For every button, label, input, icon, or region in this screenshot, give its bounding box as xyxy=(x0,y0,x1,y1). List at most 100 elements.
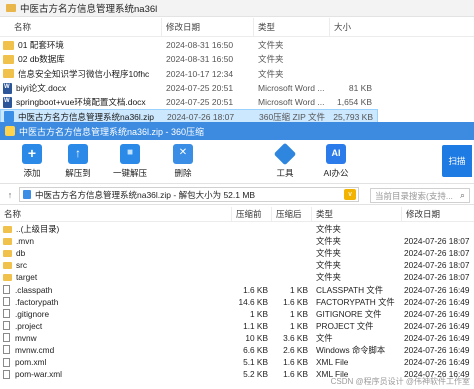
zip-toolbar: 添加 解压到 一键解压 删除 工具 AI办公 扫描 xyxy=(0,140,474,184)
path-box[interactable]: 中医古方名方信息管理系统na36l.zip - 解包大小为 52.1 MB ∨ xyxy=(19,187,359,202)
delete-icon xyxy=(173,144,193,164)
up-arrow-icon[interactable]: ↑ xyxy=(3,188,17,202)
folder-icon xyxy=(3,225,12,233)
zip-header-type[interactable]: 类型 xyxy=(312,207,402,221)
extract-button[interactable]: 解压到 xyxy=(58,144,98,179)
size-after: 1 KB xyxy=(290,308,308,319)
archive-row[interactable]: mvnw 10 KB 3.6 KB 文件 2024-07-26 16:49 xyxy=(0,332,474,344)
archive-name: .classpath xyxy=(15,284,53,295)
archive-name: db xyxy=(16,248,26,259)
file-size: 25,793 KB xyxy=(333,111,373,122)
scan-button[interactable]: 扫描 xyxy=(442,145,472,177)
one-click-extract-label: 一键解压 xyxy=(112,168,147,178)
file-modified: 2024-08-31 16:50 xyxy=(166,54,234,65)
archive-row[interactable]: .mvn 文件夹 2024-07-26 18:07 xyxy=(0,235,474,247)
zip-header-modified[interactable]: 修改日期 xyxy=(402,207,474,221)
explorer-title-bar: 中医古方名方信息管理系统na36l xyxy=(0,0,474,17)
file-row[interactable]: biyi论文.docx 2024-07-25 20:51 Microsoft Wor… xyxy=(0,81,378,95)
word-doc-icon xyxy=(3,96,12,108)
archive-row[interactable]: target 文件夹 2024-07-26 18:07 xyxy=(0,271,474,283)
archive-type: XML File xyxy=(316,357,349,368)
file-type: Microsoft Word ... xyxy=(258,83,325,94)
archive-name: mvnw.cmd xyxy=(15,344,55,355)
file-name-cell: 信息安全知识学习微信小程序10fhc xyxy=(0,68,162,80)
ai-office-button[interactable]: AI办公 xyxy=(316,144,356,179)
file-name: springboot+vue环境配置文档.docx xyxy=(16,97,146,108)
archive-name-cell: .project xyxy=(0,321,232,331)
file-icon xyxy=(3,285,10,295)
size-after: 1.6 KB xyxy=(283,369,308,380)
archive-name-cell: db xyxy=(0,248,232,258)
zip-header-after[interactable]: 压缩后 xyxy=(272,207,312,221)
archive-type: 文件夹 xyxy=(316,224,341,235)
file-modified: 2024-08-31 16:50 xyxy=(166,40,234,51)
search-placeholder: 当前目录搜索(支持... xyxy=(375,190,453,201)
size-before: 5.1 KB xyxy=(243,357,268,368)
archive-type: FACTORYPATH 文件 xyxy=(316,296,395,307)
zip-header-before[interactable]: 压缩前 xyxy=(232,207,272,221)
size-after: 1 KB xyxy=(290,284,308,295)
archive-type: 文件夹 xyxy=(316,236,341,247)
explorer-file-list: 01 配套环境 2024-08-31 16:50 文件夹 02 db数据库 2024-0… xyxy=(0,38,378,124)
file-row[interactable]: 信息安全知识学习微信小程序10fhc 2024-10-17 12:34 文件夹 xyxy=(0,67,378,81)
delete-button[interactable]: 删除 xyxy=(163,144,203,179)
file-modified: 2024-07-26 18:07 xyxy=(167,111,235,122)
file-row[interactable]: 02 db数据库 2024-08-31 16:50 文件夹 xyxy=(0,52,378,66)
archive-name-cell: .gitignore xyxy=(0,309,232,319)
ai-office-label: AI办公 xyxy=(323,168,349,178)
archive-type: 文件夹 xyxy=(316,260,341,271)
file-type: Microsoft Word ... xyxy=(258,97,325,108)
add-button[interactable]: 添加 xyxy=(12,144,52,179)
archive-modified: 2024-07-26 16:49 xyxy=(404,284,470,295)
delete-label: 删除 xyxy=(174,168,192,178)
folder-icon xyxy=(3,237,12,245)
archive-row[interactable]: .project 1.1 KB 1 KB PROJECT 文件 2024-07-26 1… xyxy=(0,320,474,332)
zip-header-name[interactable]: 名称 xyxy=(0,207,232,221)
file-name-cell: 中医古方名方信息管理系统na36l.zip xyxy=(1,111,163,123)
archive-modified: 2024-07-26 18:07 xyxy=(404,260,470,271)
tools-button[interactable]: 工具 xyxy=(265,142,305,179)
archive-row[interactable]: .classpath 1.6 KB 1 KB CLASSPATH 文件 2024-07-… xyxy=(0,283,474,295)
archive-type: 文件夹 xyxy=(316,272,341,283)
tools-icon xyxy=(273,142,297,166)
column-header-size[interactable]: 大小 xyxy=(330,18,376,36)
archive-row[interactable]: ..(上级目录) 文件夹 xyxy=(0,223,474,235)
explorer-column-headers: 名称 修改日期 类型 大小 xyxy=(0,18,474,37)
file-name: 01 配套环境 xyxy=(18,40,64,51)
archive-modified: 2024-07-26 16:49 xyxy=(404,308,470,319)
folder-icon xyxy=(3,273,12,281)
one-click-extract-button[interactable]: 一键解压 xyxy=(110,144,150,179)
extract-label: 解压到 xyxy=(65,168,91,178)
file-name: 信息安全知识学习微信小程序10fhc xyxy=(18,68,150,79)
archive-name: .factorypath xyxy=(15,296,59,307)
column-header-modified[interactable]: 修改日期 xyxy=(162,18,254,36)
chevron-down-icon[interactable]: ∨ xyxy=(344,189,356,200)
archive-name: pom-war.xml xyxy=(15,369,63,380)
size-before: 6.6 KB xyxy=(243,344,268,355)
search-icon[interactable]: ⌕ xyxy=(460,190,465,201)
archive-modified: 2024-07-26 16:49 xyxy=(404,320,470,331)
file-row[interactable]: springboot+vue环境配置文档.docx 2024-07-25 20:5… xyxy=(0,95,378,109)
column-header-type[interactable]: 类型 xyxy=(254,18,330,36)
one-click-extract-icon xyxy=(120,144,140,164)
archive-row[interactable]: pom.xml 5.1 KB 1.6 KB XML File 2024-07-26 16… xyxy=(0,356,474,368)
column-header-name[interactable]: 名称 xyxy=(0,18,162,36)
archive-row[interactable]: mvnw.cmd 6.6 KB 2.6 KB Windows 命令脚本 2024-07-… xyxy=(0,344,474,356)
size-before: 1 KB xyxy=(250,308,268,319)
file-name-cell: 01 配套环境 xyxy=(0,39,162,51)
archive-row[interactable]: .gitignore 1 KB 1 KB GITIGNORE 文件 2024-07-26… xyxy=(0,308,474,320)
archive-modified: 2024-07-26 16:49 xyxy=(404,357,470,368)
archive-row[interactable]: db 文件夹 2024-07-26 18:07 xyxy=(0,247,474,259)
archive-name: .gitignore xyxy=(15,308,50,319)
explorer-title: 中医古方名方信息管理系统na36l xyxy=(20,4,158,15)
archive-modified: 2024-07-26 18:07 xyxy=(404,236,470,247)
archive-modified: 2024-07-26 16:49 xyxy=(404,296,470,307)
path-text: 中医古方名方信息管理系统na36l.zip - 解包大小为 52.1 MB xyxy=(35,189,256,200)
file-type: 文件夹 xyxy=(258,40,284,51)
search-input[interactable]: 当前目录搜索(支持... ⌕ xyxy=(370,188,470,203)
zip-file-list: ..(上级目录) 文件夹 .mvn 文件夹 2024-07-26 18:07 db 文件夹 2… xyxy=(0,223,474,380)
tools-label: 工具 xyxy=(276,168,294,178)
file-row[interactable]: 01 配套环境 2024-08-31 16:50 文件夹 xyxy=(0,38,378,52)
archive-row[interactable]: .factorypath 14.6 KB 1.6 KB FACTORYPATH 文件 2… xyxy=(0,296,474,308)
archive-row[interactable]: src 文件夹 2024-07-26 18:07 xyxy=(0,259,474,271)
